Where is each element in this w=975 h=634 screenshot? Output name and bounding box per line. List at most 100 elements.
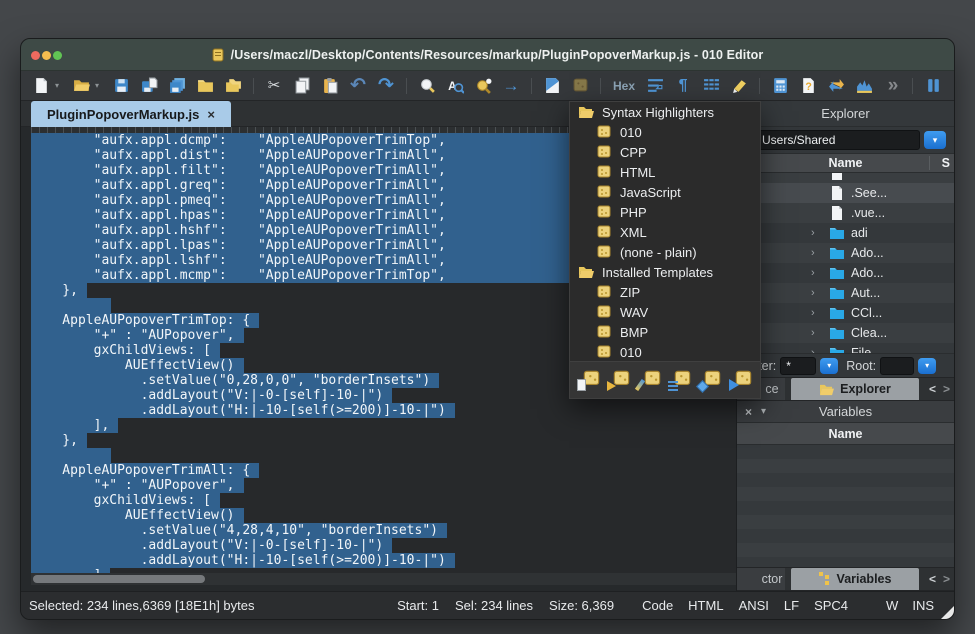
linefeed-toggle[interactable]: LF — [784, 598, 799, 613]
path-input[interactable]: Users/Shared — [739, 130, 920, 150]
file-tree[interactable]: .See... .vue... › adi — [737, 173, 954, 353]
path-dropdown-button[interactable]: ▾ — [924, 131, 946, 149]
variables-name-column-header[interactable]: Name — [737, 423, 954, 445]
column-divider[interactable] — [929, 156, 930, 170]
code-line[interactable]: ], — [31, 418, 738, 433]
code-mode-toggle[interactable]: Code — [642, 598, 673, 613]
check-file-button[interactable]: ? — [798, 76, 818, 96]
menu-item[interactable]: (none - plain) — [570, 242, 760, 262]
code-line[interactable]: .addLayout("V:|-0-[self]-10-|") — [31, 538, 738, 553]
replace-button[interactable]: A — [445, 76, 465, 96]
redo-button[interactable]: ↷ — [376, 76, 396, 96]
tab-close-icon[interactable]: × — [207, 107, 215, 122]
variables-menu-caret-icon[interactable]: ▾ — [761, 406, 766, 417]
tabs-prev-arrow[interactable]: < — [929, 382, 936, 396]
column-mode-button[interactable] — [701, 76, 721, 96]
word-wrap-button[interactable] — [645, 76, 665, 96]
convert-button[interactable] — [826, 76, 846, 96]
size-column-header[interactable]: S — [942, 156, 950, 170]
code-line[interactable]: AppleAUPopoverTrimAll: { — [31, 463, 738, 478]
run-template-icon[interactable] — [729, 369, 753, 391]
file-row[interactable]: › Ado... — [737, 263, 954, 283]
code-line[interactable] — [31, 448, 738, 463]
expand-chevron-icon[interactable]: › — [811, 287, 823, 299]
hex-mode-button[interactable]: Hex — [611, 76, 637, 96]
resize-grip[interactable] — [941, 606, 954, 619]
undo-button[interactable]: ↶ — [348, 76, 368, 96]
expand-chevron-icon[interactable]: › — [811, 347, 823, 353]
expand-chevron-icon[interactable]: › — [811, 267, 823, 279]
open-file-button[interactable] — [71, 76, 91, 96]
tab-variables[interactable]: Variables — [791, 568, 919, 590]
tabs-next-arrow[interactable]: > — [943, 382, 950, 396]
save-as-button[interactable] — [139, 76, 159, 96]
open-file-caret[interactable]: ▾ — [95, 81, 103, 90]
open-template-icon[interactable] — [607, 369, 631, 391]
menu-item[interactable]: WAV — [570, 302, 760, 322]
menu-item[interactable]: ZIP — [570, 282, 760, 302]
menu-item[interactable]: 010 — [570, 342, 760, 362]
file-row[interactable]: › Aut... — [737, 283, 954, 303]
toolbar-overflow-button[interactable]: » — [882, 76, 902, 96]
run-template-button[interactable] — [542, 76, 562, 96]
goto-button[interactable]: → — [501, 76, 521, 96]
tab-pluginpopovermarkup[interactable]: PluginPopoverMarkup.js × — [31, 101, 231, 127]
menu-item[interactable]: PHP — [570, 202, 760, 222]
root-dropdown-button[interactable]: ▾ — [918, 358, 936, 374]
menu-item[interactable]: JavaScript — [570, 182, 760, 202]
name-column-header[interactable]: Name — [737, 156, 954, 170]
tab-explorer[interactable]: Explorer — [791, 378, 919, 400]
charset-toggle[interactable]: ANSI — [739, 598, 769, 613]
show-whitespace-button[interactable]: ¶ — [673, 76, 693, 96]
expand-chevron-icon[interactable]: › — [811, 327, 823, 339]
template-options-icon[interactable] — [668, 369, 692, 391]
menu-item[interactable]: BMP — [570, 322, 760, 342]
code-line[interactable]: .addLayout("H:|-10-[self(>=200)]-10-|") — [31, 403, 738, 418]
highlight-button[interactable] — [729, 76, 749, 96]
find-in-files-button[interactable] — [473, 76, 493, 96]
expand-chevron-icon[interactable]: › — [811, 307, 823, 319]
cut-button[interactable]: ✂ — [264, 76, 284, 96]
code-line[interactable]: "+" : "AUPopover", — [31, 478, 738, 493]
edit-template-icon[interactable] — [638, 369, 662, 391]
file-row[interactable]: › File — [737, 343, 954, 353]
edit-script-button[interactable] — [570, 76, 590, 96]
code-line[interactable]: gxChildViews: [ — [31, 493, 738, 508]
histogram-button[interactable] — [854, 76, 874, 96]
expand-chevron-icon[interactable]: › — [811, 227, 823, 239]
build-template-icon[interactable] — [698, 369, 722, 391]
save-button[interactable] — [111, 76, 131, 96]
tabs-prev-arrow[interactable]: < — [929, 572, 936, 586]
variables-close-icon[interactable]: × — [745, 405, 752, 419]
explorer-column-headers[interactable]: Name S — [737, 153, 954, 173]
syntax-mode-toggle[interactable]: HTML — [688, 598, 723, 613]
new-template-icon[interactable] — [577, 369, 601, 391]
split-view-button[interactable] — [923, 76, 943, 96]
code-line[interactable]: .addLayout("H:|-10-[self(>=200)]-10-|") — [31, 553, 738, 568]
menu-item[interactable]: Installed Templates — [570, 262, 760, 282]
code-line[interactable]: }, — [31, 433, 738, 448]
file-row[interactable]: › CCl... — [737, 303, 954, 323]
find-button[interactable] — [417, 76, 437, 96]
new-file-button[interactable] — [31, 76, 51, 96]
horizontal-scrollbar[interactable] — [31, 573, 738, 585]
calculator-button[interactable] — [770, 76, 790, 96]
menu-item[interactable]: HTML — [570, 162, 760, 182]
open-folders-button[interactable] — [223, 76, 243, 96]
menu-item[interactable]: Syntax Highlighters — [570, 102, 760, 122]
menu-item[interactable]: 010 — [570, 122, 760, 142]
file-row[interactable]: › Ado... — [737, 243, 954, 263]
file-row[interactable]: › adi — [737, 223, 954, 243]
new-file-caret[interactable]: ▾ — [55, 81, 63, 90]
insert-mode-toggle[interactable]: INS — [912, 598, 934, 613]
wrap-toggle[interactable]: W — [886, 598, 898, 613]
code-line[interactable]: AUEffectView() — [31, 508, 738, 523]
file-row[interactable]: .See... — [737, 183, 954, 203]
filter-input[interactable]: * — [780, 357, 816, 375]
scrollbar-thumb[interactable] — [33, 575, 205, 583]
file-row[interactable]: .vue... — [737, 203, 954, 223]
copy-button[interactable] — [292, 76, 312, 96]
paste-button[interactable] — [320, 76, 340, 96]
expand-chevron-icon[interactable]: › — [811, 247, 823, 259]
root-input[interactable] — [880, 357, 914, 375]
